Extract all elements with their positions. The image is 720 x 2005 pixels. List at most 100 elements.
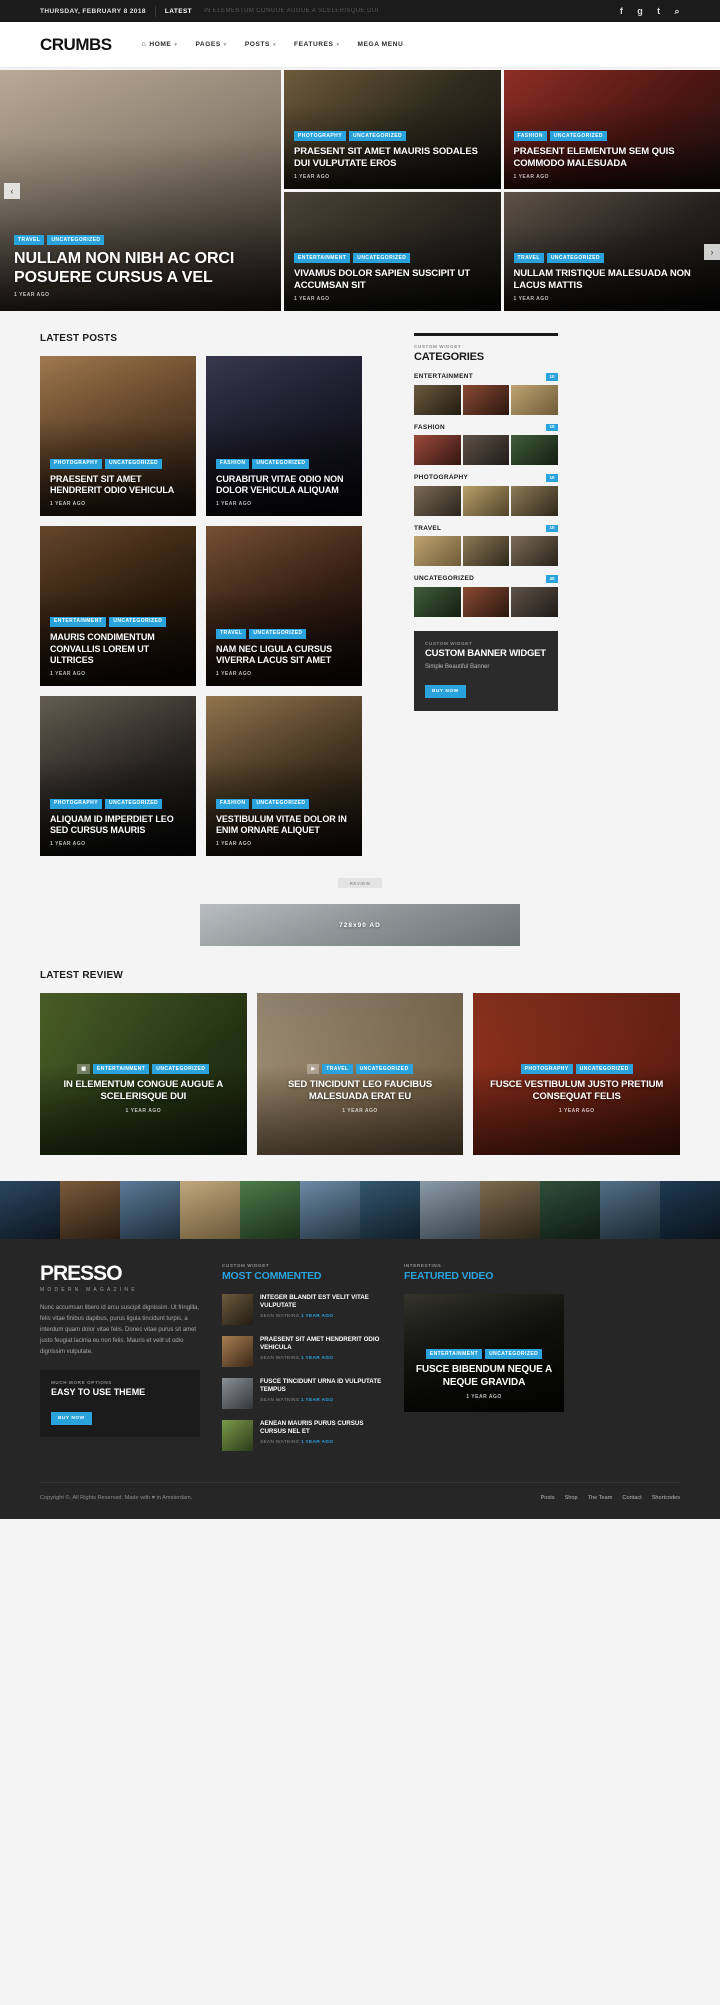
badge[interactable]: TRAVEL (513, 253, 544, 264)
badge[interactable]: UNCATEGORIZED (105, 458, 163, 469)
nav-item-pages[interactable]: PAGES ▾ (195, 41, 226, 48)
thumb[interactable] (462, 435, 510, 465)
search-icon[interactable]: ⌕ (675, 6, 680, 16)
badge[interactable]: TRAVEL (14, 235, 45, 246)
thumb[interactable] (511, 384, 559, 415)
comment-item[interactable]: FUSCE TINCIDUNT URNA ID VULPUTATE TEMPUS… (222, 1378, 382, 1409)
twitter-icon[interactable]: t (657, 6, 660, 16)
hero-card[interactable]: ENTERTAINMENT UNCATEGORIZED VIVAMUS DOLO… (284, 192, 501, 311)
post-card[interactable]: PHOTOGRAPHY UNCATEGORIZED PRAESENT SIT A… (40, 356, 196, 516)
buy-now-button[interactable]: BUY NOW (425, 684, 466, 698)
category-name[interactable]: ENTERTAINMENT (414, 373, 473, 380)
thumb[interactable] (462, 384, 510, 415)
hero-card-title[interactable]: VIVAMUS DOLOR SAPIEN SUSCIPIT UT ACCUMSA… (294, 268, 491, 292)
footer-link-shop[interactable]: Shop (565, 1495, 578, 1501)
post-card[interactable]: FASHION UNCATEGORIZED VESTIBULUM VITAE D… (206, 696, 362, 856)
badge[interactable]: UNCATEGORIZED (47, 235, 105, 246)
thumb[interactable] (511, 586, 559, 617)
badge[interactable]: UNCATEGORIZED (546, 253, 604, 264)
nav-item-posts[interactable]: POSTS ▾ (245, 41, 276, 48)
review-card[interactable]: ▶ TRAVEL UNCATEGORIZED SED TINCIDUNT LEO… (256, 993, 464, 1155)
badge[interactable]: ENTERTAINMENT (425, 1349, 483, 1360)
hero-prev-arrow[interactable]: ‹ (4, 182, 20, 199)
post-title[interactable]: VESTIBULUM VITAE DOLOR IN ENIM ORNARE AL… (216, 814, 352, 837)
strip-photo[interactable] (180, 1181, 240, 1239)
badge[interactable]: UNCATEGORIZED (349, 131, 407, 142)
comment-item[interactable]: PRAESENT SIT AMET HENDRERIT ODIO VEHICUL… (222, 1336, 382, 1367)
thumb[interactable] (462, 485, 510, 516)
comment-post-title[interactable]: PRAESENT SIT AMET HENDRERIT ODIO VEHICUL… (260, 1336, 382, 1353)
footer-link-contact[interactable]: Contact (622, 1495, 641, 1501)
hero-featured-post[interactable]: ‹ TRAVEL UNCATEGORIZED NULLAM NON NIBH A… (0, 70, 281, 311)
strip-photo[interactable] (480, 1181, 540, 1239)
footer-link-the-team[interactable]: The Team (588, 1495, 613, 1501)
badge[interactable]: ENTERTAINMENT (294, 253, 351, 264)
hero-title[interactable]: NULLAM NON NIBH AC ORCI POSUERE CURSUS A… (14, 250, 267, 288)
facebook-icon[interactable]: f (620, 6, 623, 16)
featured-video-card[interactable]: ENTERTAINMENT UNCATEGORIZED FUSCE BIBEND… (404, 1294, 564, 1412)
badge[interactable]: UNCATEGORIZED (355, 1064, 413, 1075)
badge[interactable]: UNCATEGORIZED (105, 798, 163, 809)
hero-card-title[interactable]: PRAESENT SIT AMET MAURIS SODALES DUI VUL… (294, 146, 491, 170)
site-logo[interactable]: CRUMBS (40, 35, 112, 55)
post-title[interactable]: MAURIS CONDIMENTUM CONVALLIS LOREM UT UL… (50, 632, 186, 667)
comment-item[interactable]: INTEGER BLANDIT EST VELIT VITAE VULPUTAT… (222, 1294, 382, 1325)
category-name[interactable]: PHOTOGRAPHY (414, 474, 468, 481)
hero-card[interactable]: PHOTOGRAPHY UNCATEGORIZED PRAESENT SIT A… (284, 70, 501, 189)
comment-item[interactable]: AENEAN MAURIS PURUS CURSUS CURSUS NEL ET… (222, 1420, 382, 1451)
badge[interactable]: TRAVEL (216, 628, 247, 639)
post-card[interactable]: PHOTOGRAPHY UNCATEGORIZED ALIQUAM ID IMP… (40, 696, 196, 856)
strip-photo[interactable] (360, 1181, 420, 1239)
badge[interactable]: PHOTOGRAPHY (294, 131, 347, 142)
comment-post-title[interactable]: INTEGER BLANDIT EST VELIT VITAE VULPUTAT… (260, 1294, 382, 1311)
post-title[interactable]: ALIQUAM ID IMPERDIET LEO SED CURSUS MAUR… (50, 814, 186, 837)
post-title[interactable]: PRAESENT SIT AMET HENDRERIT ODIO VEHICUL… (50, 474, 186, 497)
badge[interactable]: UNCATEGORIZED (485, 1349, 543, 1360)
strip-photo[interactable] (60, 1181, 120, 1239)
badge[interactable]: PHOTOGRAPHY (50, 798, 103, 809)
footer-link-posts[interactable]: Posts (541, 1495, 555, 1501)
category-name[interactable]: UNCATEGORIZED (414, 575, 474, 582)
footer-logo[interactable]: PRESSO (40, 1263, 200, 1284)
badge[interactable]: FASHION (513, 131, 547, 142)
thumb[interactable] (414, 586, 461, 617)
badge[interactable]: PHOTOGRAPHY (520, 1064, 573, 1075)
news-ticker[interactable]: IN ELEMENTUM CONGUE AUGUE A SCELERISQUE … (204, 8, 379, 14)
thumb[interactable] (414, 435, 461, 465)
strip-photo[interactable] (540, 1181, 600, 1239)
strip-photo[interactable] (0, 1181, 60, 1239)
strip-photo[interactable] (300, 1181, 360, 1239)
badge[interactable]: UNCATEGORIZED (549, 131, 607, 142)
badge[interactable]: UNCATEGORIZED (109, 616, 167, 627)
post-title[interactable]: CURABITUR VITAE ODIO NON DOLOR VEHICULA … (216, 474, 352, 497)
badge[interactable]: FASHION (216, 458, 250, 469)
badge[interactable]: UNCATEGORIZED (252, 458, 310, 469)
post-title[interactable]: NAM NEC LIGULA CURSUS VIVERRA LACUS SIT … (216, 644, 352, 667)
strip-photo[interactable] (120, 1181, 180, 1239)
review-title[interactable]: FUSCE VESTIBULUM JUSTO PRETIUM CONSEQUAT… (481, 1079, 672, 1103)
thumb[interactable] (511, 536, 559, 566)
nav-item-mega-menu[interactable]: MEGA MENU (358, 41, 404, 48)
thumb[interactable] (462, 536, 510, 566)
thumb[interactable] (511, 435, 559, 465)
ad-banner[interactable]: 728x90 AD (200, 904, 520, 946)
badge[interactable]: UNCATEGORIZED (249, 628, 307, 639)
review-card[interactable]: PHOTOGRAPHY UNCATEGORIZED FUSCE VESTIBUL… (473, 993, 681, 1155)
badge[interactable]: ENTERTAINMENT (93, 1064, 150, 1075)
review-title[interactable]: SED TINCIDUNT LEO FAUCIBUS MALESUADA ERA… (265, 1079, 456, 1103)
badge[interactable]: PHOTOGRAPHY (50, 458, 103, 469)
google-plus-icon[interactable]: g (637, 6, 643, 16)
comment-post-title[interactable]: AENEAN MAURIS PURUS CURSUS CURSUS NEL ET (260, 1420, 382, 1437)
strip-photo[interactable] (420, 1181, 480, 1239)
badge[interactable]: TRAVEL (322, 1064, 353, 1075)
category-name[interactable]: FASHION (414, 424, 445, 431)
badge[interactable]: UNCATEGORIZED (575, 1064, 633, 1075)
thumb[interactable] (511, 485, 559, 516)
review-title[interactable]: IN ELEMENTUM CONGUE AUGUE A SCELERISQUE … (48, 1079, 239, 1103)
post-card[interactable]: ENTERTAINMENT UNCATEGORIZED MAURIS CONDI… (40, 526, 196, 686)
thumb[interactable] (414, 485, 461, 516)
review-card[interactable]: ▦ ENTERTAINMENT UNCATEGORIZED IN ELEMENT… (40, 993, 247, 1155)
hero-card[interactable]: FASHION UNCATEGORIZED PRAESENT ELEMENTUM… (503, 70, 720, 189)
post-card[interactable]: FASHION UNCATEGORIZED CURABITUR VITAE OD… (206, 356, 362, 516)
hero-next-arrow[interactable]: › (704, 243, 720, 260)
